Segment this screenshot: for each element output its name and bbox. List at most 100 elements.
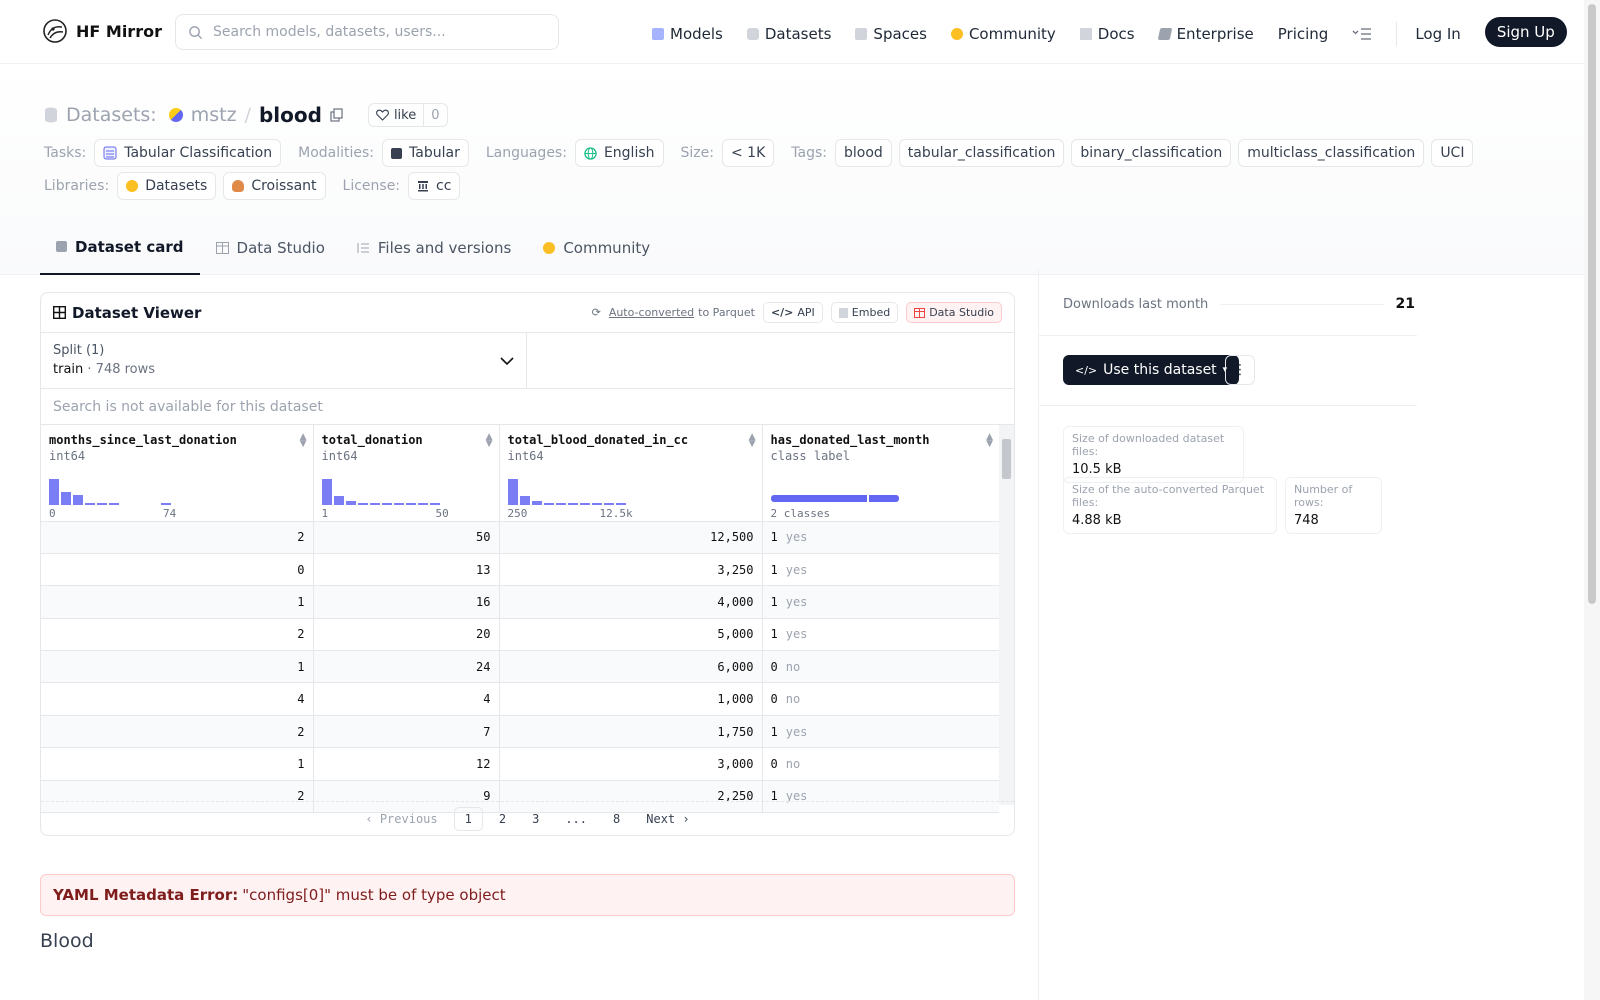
table-cell[interactable]: 1: [41, 747, 314, 781]
table-cell[interactable]: 2: [41, 618, 314, 652]
auto-converted-link[interactable]: Auto-converted: [609, 306, 694, 319]
table-row[interactable]: 4 4 1,000 0 no: [41, 682, 999, 716]
stat-label: Size of downloaded dataset files:: [1072, 432, 1225, 458]
table-row[interactable]: 0 13 3,250 1 yes: [41, 553, 999, 587]
table-cell-class-label[interactable]: 1 yes: [762, 521, 999, 554]
use-dataset-button[interactable]: </> Use this dataset ▾: [1063, 355, 1240, 385]
api-button[interactable]: </> API: [762, 302, 823, 323]
table-row[interactable]: 1 16 4,000 1 yes: [41, 585, 999, 619]
data-studio-button[interactable]: Data Studio: [906, 302, 1002, 323]
tag-blood[interactable]: blood: [834, 139, 892, 167]
tag-tabular-classification[interactable]: tabular_classification: [898, 139, 1065, 167]
table-cell-class-label[interactable]: 1 yes: [762, 553, 999, 587]
split-select[interactable]: Split (1) train · 748 rows: [41, 333, 527, 388]
nav-docs[interactable]: Docs: [1079, 22, 1135, 46]
table-row[interactable]: 1 12 3,000 0 no: [41, 747, 999, 781]
table-cell[interactable]: 3,250: [499, 553, 763, 587]
table-cell[interactable]: 50: [313, 521, 500, 554]
tag-modality[interactable]: Tabular: [382, 139, 469, 167]
nav-spaces[interactable]: Spaces: [855, 22, 927, 46]
table-cell[interactable]: 24: [313, 650, 500, 684]
tab-files-and-versions[interactable]: Files and versions: [341, 220, 527, 275]
table-cell[interactable]: 1,000: [499, 682, 763, 716]
table-row[interactable]: 2 7 1,750 1 yes: [41, 715, 999, 749]
sort-icon[interactable]: ▲ ▼: [749, 433, 756, 449]
pager-page-3[interactable]: 3: [522, 808, 549, 830]
tag-uci[interactable]: UCI: [1431, 139, 1474, 167]
sort-icon[interactable]: ▲ ▼: [986, 433, 993, 449]
org-avatar[interactable]: [168, 108, 183, 122]
tag-binary-classification[interactable]: binary_classification: [1071, 139, 1232, 167]
grid-scrollbar[interactable]: [999, 425, 1014, 805]
pager-previous[interactable]: ‹ Previous: [355, 808, 447, 830]
nav-enterprise[interactable]: Enterprise: [1157, 22, 1254, 46]
tab-dataset-card[interactable]: Dataset card: [40, 220, 200, 275]
table-cell[interactable]: 13: [313, 553, 500, 587]
tag-task[interactable]: Tabular Classification: [94, 139, 282, 167]
global-search[interactable]: [175, 14, 559, 50]
table-cell[interactable]: 6,000: [499, 650, 763, 684]
sort-icon[interactable]: ▲ ▼: [486, 433, 493, 449]
more-options-button[interactable]: ⋮: [1225, 355, 1255, 385]
table-cell[interactable]: 0: [41, 553, 314, 587]
column-header-has-donated[interactable]: has_donated_last_month class label ▲ ▼ 2 …: [762, 425, 999, 522]
embed-button[interactable]: Embed: [830, 302, 899, 323]
table-cell-class-label[interactable]: 0 no: [762, 747, 999, 781]
nav-community[interactable]: Community: [950, 22, 1056, 46]
nav-models[interactable]: Models: [652, 22, 723, 46]
nav-more-menu[interactable]: [1352, 22, 1372, 46]
table-cell[interactable]: 5,000: [499, 618, 763, 652]
table-cell-class-label[interactable]: 0 no: [762, 650, 999, 684]
login-link[interactable]: Log In: [1415, 22, 1461, 46]
tab-data-studio[interactable]: Data Studio: [200, 220, 341, 275]
table-cell[interactable]: 3,000: [499, 747, 763, 781]
column-header-months[interactable]: months_since_last_donation int64 ▲ ▼ 0 74: [41, 425, 314, 522]
pager-page-2[interactable]: 2: [489, 808, 516, 830]
table-cell[interactable]: 16: [313, 585, 500, 619]
tag-multiclass-classification[interactable]: multiclass_classification: [1238, 139, 1425, 167]
copy-icon[interactable]: [330, 108, 344, 122]
table-cell[interactable]: 7: [313, 715, 500, 749]
table-cell[interactable]: 12: [313, 747, 500, 781]
tag-library-datasets[interactable]: Datasets: [117, 172, 217, 200]
brand-logo[interactable]: HF Mirror: [42, 18, 162, 44]
table-cell-class-label[interactable]: 1 yes: [762, 618, 999, 652]
tag-license[interactable]: cc: [408, 172, 461, 200]
pager-page-8[interactable]: 8: [603, 808, 630, 830]
table-cell[interactable]: 2: [41, 521, 314, 554]
nav-datasets[interactable]: Datasets: [746, 22, 831, 46]
tag-size[interactable]: < 1K: [721, 139, 775, 167]
table-row[interactable]: 2 50 12,500 1 yes: [41, 521, 999, 554]
table-cell-class-label[interactable]: 1 yes: [762, 585, 999, 619]
table-cell[interactable]: 4,000: [499, 585, 763, 619]
tag-library-croissant[interactable]: Croissant: [223, 172, 326, 200]
tab-community[interactable]: Community: [527, 220, 666, 275]
nav-pricing[interactable]: Pricing: [1278, 22, 1329, 46]
table-cell[interactable]: 4: [313, 682, 500, 716]
page-scrollbar[interactable]: [1584, 0, 1600, 1000]
column-header-total-donation[interactable]: total_donation int64 ▲ ▼ 1 50: [313, 425, 500, 522]
pager-page-1[interactable]: 1: [453, 806, 483, 831]
table-cell-class-label[interactable]: 1 yes: [762, 715, 999, 749]
sort-icon[interactable]: ▲ ▼: [300, 433, 307, 449]
org-link[interactable]: mstz: [191, 104, 237, 126]
table-cell[interactable]: 1: [41, 650, 314, 684]
table-row[interactable]: 2 20 5,000 1 yes: [41, 618, 999, 652]
table-cell[interactable]: 1: [41, 585, 314, 619]
grid-scrollbar-thumb[interactable]: [1002, 439, 1011, 479]
table-cell[interactable]: 1,750: [499, 715, 763, 749]
table-cell[interactable]: 4: [41, 682, 314, 716]
column-header-blood-cc[interactable]: total_blood_donated_in_cc int64 ▲ ▼ 250 12…: [499, 425, 763, 522]
table-row[interactable]: 1 24 6,000 0 no: [41, 650, 999, 684]
like-button[interactable]: like 0: [367, 103, 448, 127]
search-input[interactable]: [213, 24, 533, 40]
table-cell[interactable]: 2: [41, 715, 314, 749]
table-cell[interactable]: 20: [313, 618, 500, 652]
repo-name[interactable]: blood: [259, 103, 322, 127]
signup-button[interactable]: Sign Up: [1484, 17, 1567, 47]
table-cell[interactable]: 12,500: [499, 521, 763, 554]
pager-next[interactable]: Next ›: [636, 808, 699, 830]
tag-language[interactable]: English: [574, 139, 664, 167]
table-cell-class-label[interactable]: 0 no: [762, 682, 999, 716]
page-scrollbar-thumb[interactable]: [1588, 4, 1596, 604]
